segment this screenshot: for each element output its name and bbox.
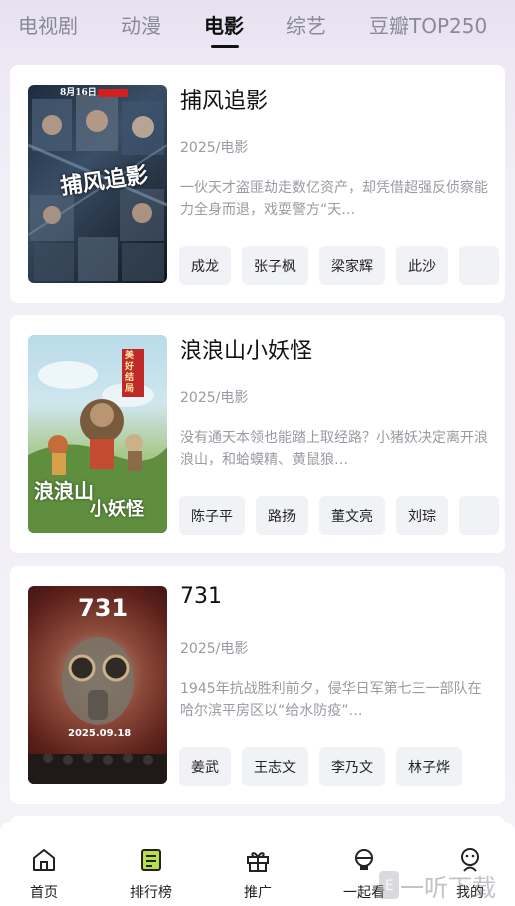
movie-card[interactable]: 731 2025.09.18 731 2025/电影 1945年抗战胜利前夕，侵… [10,566,505,804]
watch-together-icon [355,849,373,870]
nav-home[interactable]: 首页 [4,832,84,901]
movie-meta: 2025/电影 [180,390,249,406]
cast-tag[interactable]: 姜武 [179,747,231,786]
cast-tag[interactable] [459,246,499,285]
cast-tag[interactable] [459,496,499,535]
nav-ranking[interactable]: 排行榜 [111,832,191,901]
movie-title[interactable]: 731 [180,584,222,609]
poster-title-text: 浪浪山 [34,479,94,503]
poster-banner-text: 美好结局 [125,351,135,394]
movie-title[interactable]: 捕风追影 [180,83,268,115]
movie-card[interactable]: 美好结局 浪浪山 小妖怪 浪浪山小妖怪 2025/电影 没有通天本领也能踏上取经… [10,315,505,553]
cast-tag[interactable]: 张子枫 [242,246,308,285]
cast-tags: 成龙 张子枫 梁家辉 此沙 [179,246,505,286]
movie-meta: 2025/电影 [180,140,249,156]
tab-tv-series[interactable]: 电视剧 [18,10,78,39]
movie-poster[interactable]: 731 2025.09.18 [28,586,167,784]
cast-tag[interactable]: 此沙 [396,246,448,285]
svg-text:E: E [385,878,394,894]
nav-ranking-label: 排行榜 [130,885,172,901]
cast-tag[interactable]: 梁家辉 [319,246,385,285]
tab-douban-top250[interactable]: 豆瓣TOP250 [369,10,487,39]
nav-promotion[interactable]: 推广 [218,832,298,901]
nav-promotion-label: 推广 [244,885,272,901]
cast-tag[interactable]: 陈子平 [179,496,245,535]
movie-card[interactable]: 8月16日 捕风追影 捕风追影 2025/电影 一伙天才盗匪劫走数亿资产，却凭借… [10,65,505,303]
movie-description: 一伙天才盗匪劫走数亿资产，却凭借超强反侦察能力全身而退，戏耍警方“天… [180,180,488,218]
cast-tag[interactable]: 董文亮 [319,496,385,535]
movie-poster[interactable]: 8月16日 捕风追影 [28,85,167,283]
watermark: E 一听下载 [378,868,515,902]
watermark-logo-icon: E [379,871,399,899]
ranking-icon [141,849,161,871]
cast-tag[interactable]: 刘琮 [396,496,448,535]
movie-description: 1945年抗战胜利前夕，侵华日军第七三一部队在哈尔滨平房区以“给水防疫”… [180,681,482,719]
movie-description: 没有通天本领也能踏上取经路？小猪妖决定离开浪浪山，和蛤蟆精、黄鼠狼… [180,430,488,468]
tab-anime[interactable]: 动漫 [121,10,161,39]
poster-title-text: 小妖怪 [90,499,144,520]
cast-tags: 姜武 王志文 李乃文 林子烨 [179,747,505,787]
cast-tag[interactable]: 成龙 [179,246,231,285]
cast-tag[interactable]: 路扬 [256,496,308,535]
tab-movies[interactable]: 电影 [204,10,244,39]
movie-title[interactable]: 浪浪山小妖怪 [180,333,312,365]
category-tab-bar: 电视剧 动漫 电影 综艺 豆瓣TOP250 [0,0,515,56]
cast-tag[interactable]: 李乃文 [319,747,385,786]
movie-poster[interactable]: 美好结局 浪浪山 小妖怪 [28,335,167,533]
cast-tag[interactable]: 林子烨 [396,747,462,786]
cast-tag[interactable]: 王志文 [242,747,308,786]
movie-meta: 2025/电影 [180,641,249,657]
nav-home-label: 首页 [30,885,58,901]
tab-variety[interactable]: 综艺 [286,10,326,39]
cast-tags: 陈子平 路扬 董文亮 刘琮 [179,496,505,536]
poster-date-text: 2025.09.18 [68,728,132,739]
home-icon [33,849,55,871]
poster-title-text: 731 [78,594,129,622]
gift-icon [247,852,269,872]
poster-date-text: 8月16日 [60,88,97,98]
active-tab-indicator [211,45,239,48]
watermark-text: 一听下载 [400,874,496,902]
